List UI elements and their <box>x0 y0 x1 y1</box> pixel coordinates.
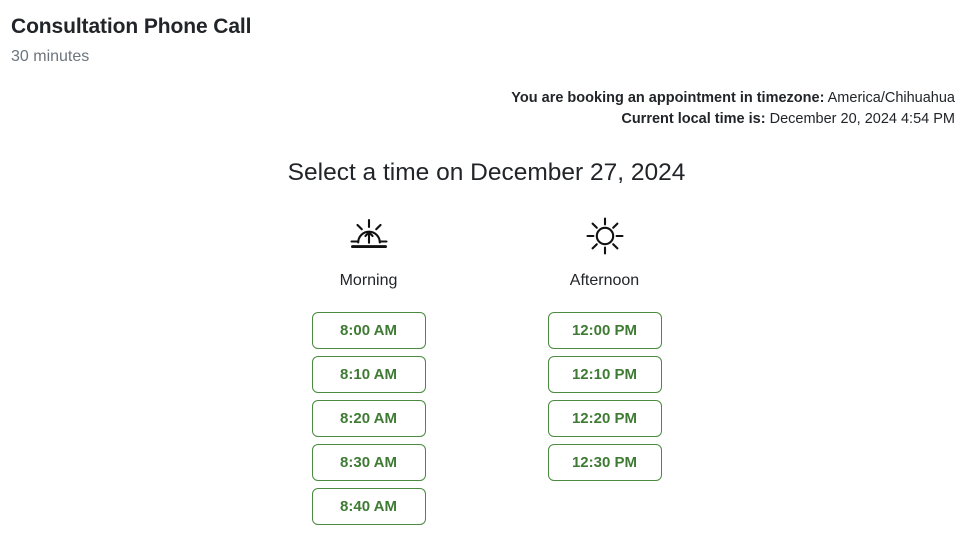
time-slot-button[interactable]: 12:00 PM <box>547 312 662 349</box>
time-slot-button[interactable]: 8:10 AM <box>311 356 426 393</box>
time-slot-columns: Morning 8:00 AM 8:10 AM 8:20 AM 8:30 AM … <box>0 212 973 525</box>
select-time-heading: Select a time on December 27, 2024 <box>287 159 686 186</box>
booking-timezone-value: America/Chihuahua <box>827 90 955 106</box>
slot-list-afternoon: 12:00 PM 12:10 PM 12:20 PM 12:30 PM <box>547 312 662 481</box>
sun-icon <box>581 212 629 260</box>
slot-list-morning: 8:00 AM 8:10 AM 8:20 AM 8:30 AM 8:40 AM <box>311 312 426 525</box>
period-label-morning: Morning <box>339 272 398 289</box>
slot-column-morning: Morning 8:00 AM 8:10 AM 8:20 AM 8:30 AM … <box>311 212 426 525</box>
time-slot-button[interactable]: 12:10 PM <box>547 356 662 393</box>
event-header: Consultation Phone Call 30 minutes <box>11 14 251 68</box>
timezone-info: You are booking an appointment in timezo… <box>511 88 955 130</box>
sunrise-icon <box>345 212 393 260</box>
page-title: Consultation Phone Call <box>11 15 252 38</box>
time-slot-button[interactable]: 8:00 AM <box>311 312 426 349</box>
slot-column-afternoon: Afternoon 12:00 PM 12:10 PM 12:20 PM 12:… <box>547 212 662 525</box>
time-slot-button[interactable]: 12:30 PM <box>547 444 662 481</box>
time-slot-button[interactable]: 8:30 AM <box>311 444 426 481</box>
time-slot-button[interactable]: 12:20 PM <box>547 400 662 437</box>
current-local-time-label: Current local time is: <box>621 111 766 127</box>
booking-timezone-line: You are booking an appointment in timezo… <box>511 88 955 109</box>
booking-timezone-label: You are booking an appointment in timezo… <box>511 90 825 106</box>
current-local-time-value: December 20, 2024 4:54 PM <box>769 111 955 127</box>
event-duration: 30 minutes <box>11 48 90 65</box>
time-slot-button[interactable]: 8:20 AM <box>311 400 426 437</box>
period-label-afternoon: Afternoon <box>569 272 640 289</box>
time-slot-button[interactable]: 8:40 AM <box>311 488 426 525</box>
current-local-time-line: Current local time is: December 20, 2024… <box>511 109 955 130</box>
